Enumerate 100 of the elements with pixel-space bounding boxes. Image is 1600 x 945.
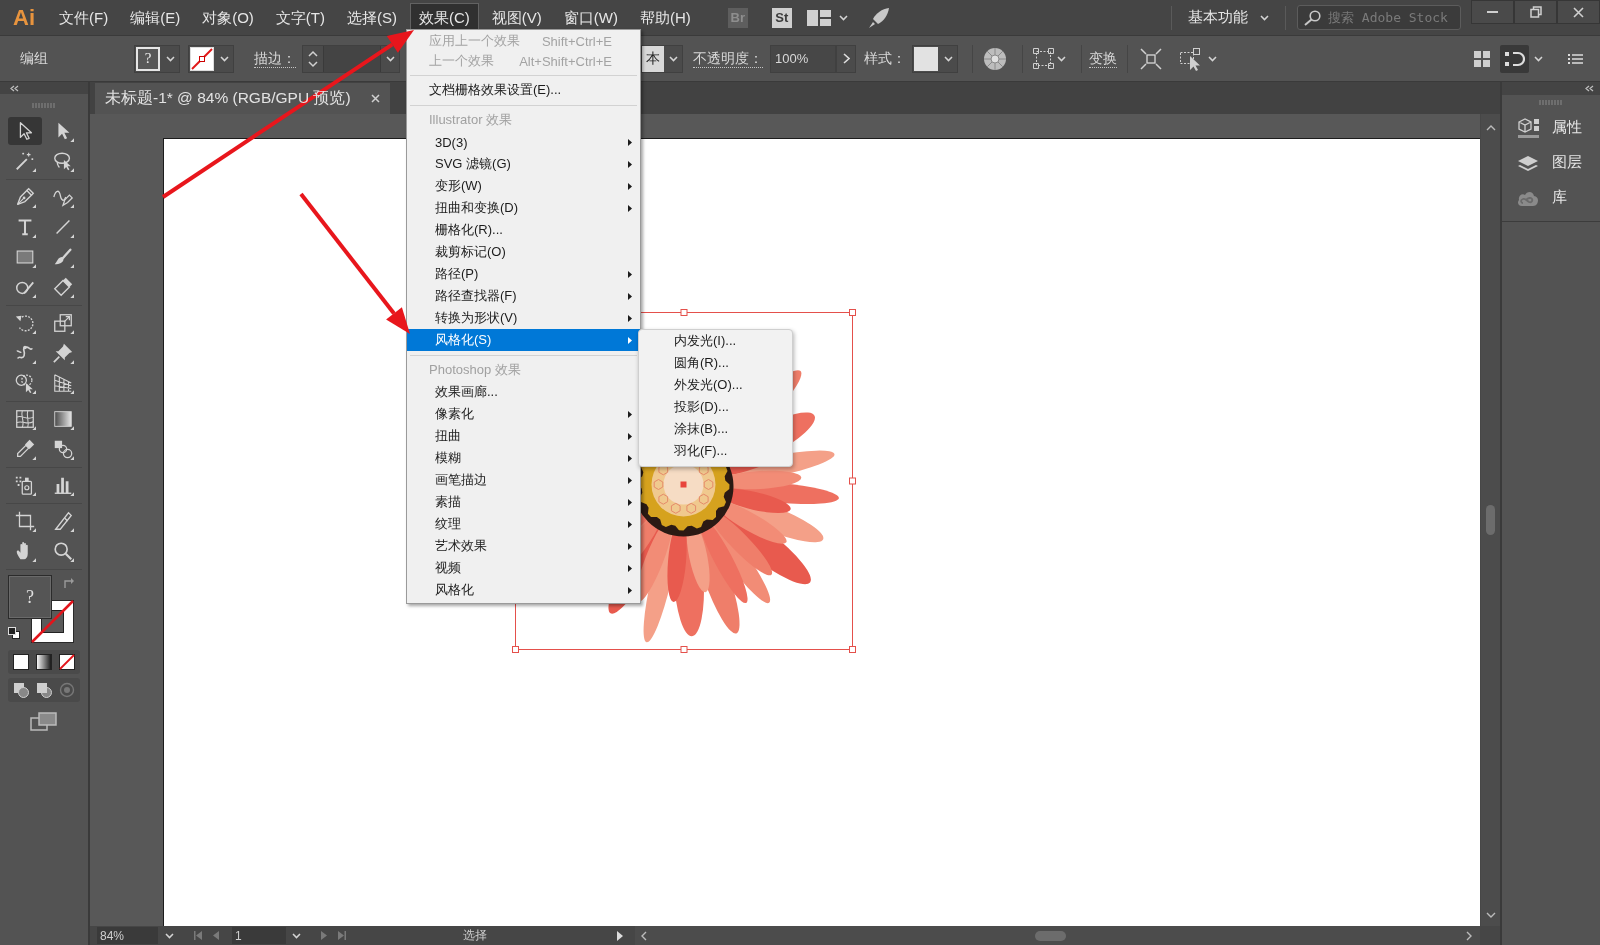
grid-icon[interactable]	[1474, 50, 1490, 67]
pointer-box-icon[interactable]	[1179, 46, 1203, 71]
opacity-field[interactable]: 100%	[770, 44, 836, 73]
menu-item[interactable]: 风格化(S)	[407, 329, 640, 351]
menu-item[interactable]: 变形(W)	[407, 175, 640, 197]
workspace-switcher[interactable]: 基本功能	[1184, 8, 1273, 27]
menu-bar-item[interactable]: 视图(V)	[482, 2, 551, 33]
scroll-down-icon[interactable]	[1485, 912, 1496, 918]
menu-item[interactable]: 栅格化(R)...	[407, 219, 640, 241]
caret-icon[interactable]	[1057, 55, 1066, 62]
menu-bar-item[interactable]: 帮助(H)	[630, 2, 700, 33]
menu-item[interactable]: 裁剪标记(O)	[407, 241, 640, 263]
menu-bar-item[interactable]: 编辑(E)	[121, 2, 190, 33]
fill-swatch-dropdown[interactable]: ?	[134, 44, 180, 73]
selection-frame-icon[interactable]	[1033, 48, 1054, 69]
fill-swatch[interactable]: ?	[8, 575, 52, 619]
menu-item[interactable]: 扭曲和变换(D)	[407, 197, 640, 219]
grip-icon[interactable]	[32, 102, 56, 108]
dropdown-field[interactable]: 本	[641, 44, 683, 73]
gradient-icon	[52, 408, 74, 430]
menu-item[interactable]: 像素化	[407, 403, 640, 425]
menu-bar-item[interactable]: 文件(F)	[50, 2, 118, 33]
menu-item[interactable]: 内发光(I)...	[639, 330, 792, 352]
panel-tab[interactable]: 属性	[1502, 110, 1600, 145]
menu-bar-item[interactable]: 文字(T)	[266, 2, 334, 33]
tool-button[interactable]	[8, 117, 42, 145]
color-wheel-icon[interactable]	[983, 46, 1007, 71]
caret-icon[interactable]	[291, 932, 301, 939]
caret-icon	[668, 55, 678, 62]
fit-arrows-icon[interactable]	[1140, 47, 1162, 70]
caret-icon[interactable]	[1208, 55, 1217, 62]
menu-item[interactable]: 3D(3)	[407, 131, 640, 153]
menu-item[interactable]: 投影(D)...	[639, 396, 792, 418]
gradient-fill-icon[interactable]	[36, 654, 52, 670]
snap-button[interactable]	[1500, 44, 1529, 73]
stroke-panel-link[interactable]: 描边：	[254, 49, 296, 68]
menu-item[interactable]: 外发光(O)...	[639, 374, 792, 396]
scroll-thumb[interactable]	[1035, 930, 1066, 941]
scroll-left-icon[interactable]	[641, 930, 647, 941]
menu-item[interactable]: 效果画廊...	[407, 381, 640, 403]
style-dropdown[interactable]	[912, 44, 958, 73]
menu-item[interactable]: 圆角(R)...	[639, 352, 792, 374]
no-fill-icon[interactable]	[58, 654, 75, 670]
menu-icon[interactable]	[1568, 52, 1583, 65]
horizontal-scrollbar[interactable]	[635, 926, 1480, 945]
stroke-weight-field[interactable]	[302, 44, 400, 73]
layout-icon[interactable]	[806, 8, 831, 27]
panel-tab[interactable]: 库	[1502, 180, 1600, 215]
caret-icon[interactable]	[164, 932, 174, 939]
opacity-slider-button[interactable]	[836, 44, 856, 73]
artboard-number-field[interactable]: 1	[232, 927, 286, 944]
overlapping-windows-icon[interactable]	[30, 712, 58, 732]
menu-item[interactable]: 画笔描边	[407, 469, 640, 491]
draw-mode-icon[interactable]	[36, 682, 52, 698]
menu-item[interactable]: 风格化	[407, 579, 640, 601]
menu-item[interactable]: 涂抹(B)...	[639, 418, 792, 440]
minimize-button[interactable]	[1471, 0, 1514, 24]
restore-button[interactable]	[1514, 0, 1557, 24]
menu-item[interactable]: SVG 滤镜(G)	[407, 153, 640, 175]
draw-mode-icon[interactable]	[13, 682, 30, 698]
menu-item[interactable]: 模糊	[407, 447, 640, 469]
menu-bar-item[interactable]: 对象(O)	[193, 2, 263, 33]
swap-arrow-icon[interactable]	[63, 577, 75, 589]
close-button[interactable]	[1557, 0, 1600, 24]
caret-icon[interactable]	[1534, 55, 1543, 62]
hand-icon	[14, 540, 36, 562]
double-chevron-icon[interactable]	[9, 84, 19, 92]
vertical-scrollbar[interactable]	[1480, 114, 1500, 926]
scroll-right-icon[interactable]	[1466, 930, 1472, 941]
menu-bar-item[interactable]: 窗口(W)	[554, 2, 627, 33]
scroll-up-icon[interactable]	[1485, 125, 1496, 131]
menu-item[interactable]: 素描	[407, 491, 640, 513]
search-field[interactable]: 搜索 Adobe Stock	[1297, 5, 1461, 30]
menu-item[interactable]: 转换为形状(V)	[407, 307, 640, 329]
selection-type-label: 编组	[20, 49, 48, 68]
scroll-thumb[interactable]	[1486, 505, 1495, 535]
menu-item[interactable]: 艺术效果	[407, 535, 640, 557]
menu-item[interactable]: 扭曲	[407, 425, 640, 447]
status-menu-icon[interactable]	[617, 930, 623, 941]
zoom-field[interactable]: 84%	[97, 927, 158, 944]
menu-item[interactable]: 纹理	[407, 513, 640, 535]
menu-item[interactable]: 视频	[407, 557, 640, 579]
app-launcher-tile[interactable]: St	[771, 7, 792, 28]
menu-item[interactable]: 羽化(F)...	[639, 440, 792, 462]
menu-item[interactable]: 路径(P)	[407, 263, 640, 285]
menu-item[interactable]: 路径查找器(F)	[407, 285, 640, 307]
opacity-panel-link[interactable]: 不透明度：	[693, 49, 763, 68]
menu-item[interactable]: 文档栅格效果设置(E)...	[407, 79, 640, 101]
caret-icon[interactable]	[838, 14, 848, 21]
leaf-icon[interactable]	[867, 6, 890, 29]
solid-fill-icon[interactable]	[13, 654, 30, 670]
default-colors-icon[interactable]	[8, 627, 20, 639]
stroke-swatch-dropdown[interactable]	[188, 44, 234, 73]
grip-icon[interactable]	[1539, 100, 1563, 105]
double-chevron-icon[interactable]	[1584, 85, 1594, 92]
panel-tab[interactable]: 图层	[1502, 145, 1600, 180]
document-tab[interactable]: 未标题-1* @ 84% (RGB/GPU 预览)	[95, 83, 390, 114]
menu-bar-item[interactable]: 选择(S)	[338, 2, 406, 33]
close-icon[interactable]	[371, 94, 380, 103]
transform-panel-link[interactable]: 变换	[1089, 49, 1117, 68]
